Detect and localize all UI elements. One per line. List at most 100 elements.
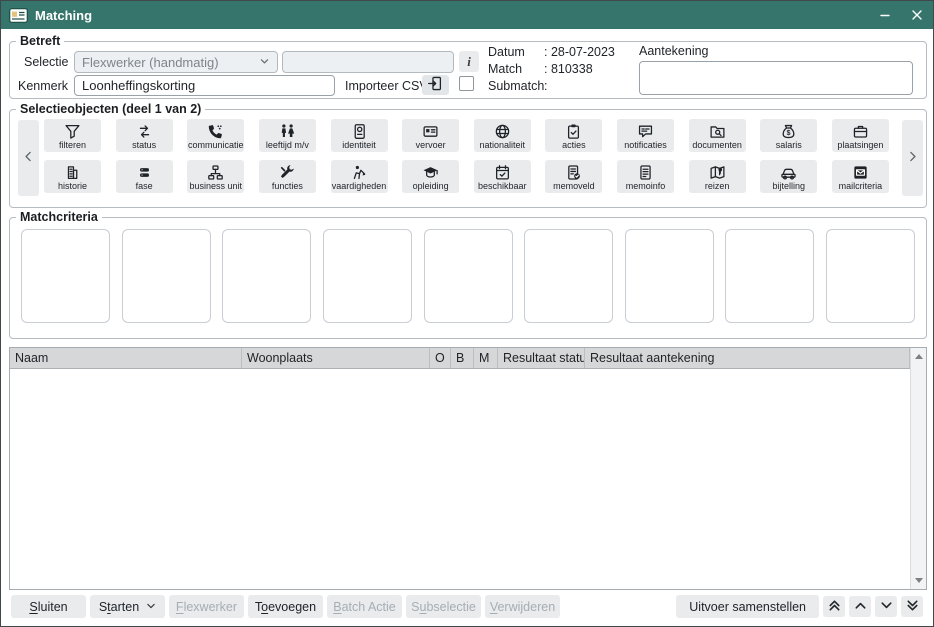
toolbar-next-button[interactable]: [902, 120, 923, 196]
footer-action-buttons: SluitenStartenFlexwerkerToevoegenBatch A…: [11, 595, 560, 618]
titlebar: Matching: [1, 1, 933, 29]
doc-check-icon: [565, 164, 582, 181]
matchcriteria-slot[interactable]: [826, 229, 915, 323]
selectieobject-identiteit-button[interactable]: identiteit: [331, 119, 388, 152]
column-header-b[interactable]: B: [451, 348, 474, 368]
tools-icon: [279, 164, 296, 181]
matchcriteria-slot[interactable]: [725, 229, 814, 323]
calendar-check-icon: [494, 164, 511, 181]
column-header-resultaat-aantekening[interactable]: Resultaat aantekening: [585, 348, 910, 368]
folder-search-icon: [709, 123, 726, 140]
phone-icon: [207, 123, 224, 140]
aantekening-textarea[interactable]: [639, 61, 913, 95]
datum-row: Datum: 28-07-2023: [488, 45, 615, 59]
chevron-down-icon: [146, 600, 156, 614]
toevoegen-button[interactable]: Toevoegen: [248, 595, 323, 618]
selectieobject-filteren-button[interactable]: filteren: [44, 119, 101, 152]
close-button[interactable]: [901, 1, 933, 29]
selectieobject-notificaties-button[interactable]: notificaties: [617, 119, 674, 152]
selectieobject-opleiding-button[interactable]: opleiding: [402, 160, 459, 193]
import-csv-checkbox[interactable]: [459, 76, 474, 91]
toolbar-prev-button[interactable]: [18, 120, 39, 196]
map-pin-icon: [709, 164, 726, 181]
uitvoer-samenstellen-button[interactable]: Uitvoer samenstellen: [676, 595, 819, 618]
scroll-up-arrow[interactable]: [915, 354, 923, 359]
selectieobject-leeftijd-m-v-button[interactable]: leeftijd m/v: [259, 119, 316, 152]
doc-lines-icon: [637, 164, 654, 181]
chevron-up-button[interactable]: [849, 596, 871, 617]
results-table: NaamWoonplaatsOBMResultaat statusResulta…: [9, 347, 927, 590]
column-header-woonplaats[interactable]: Woonplaats: [242, 348, 430, 368]
persons-icon: [279, 123, 296, 140]
matchcriteria-slot[interactable]: [424, 229, 513, 323]
chevron-double-up-icon: [827, 598, 842, 616]
selectieobject-historie-button[interactable]: historie: [44, 160, 101, 193]
minimize-button[interactable]: [869, 1, 901, 29]
chevron-double-down-button[interactable]: [901, 596, 923, 617]
matchcriteria-slot[interactable]: [222, 229, 311, 323]
verwijderen-button[interactable]: Verwijderen: [485, 595, 560, 618]
selectie-dropdown[interactable]: Flexwerker (handmatig): [74, 51, 278, 73]
chevron-double-down-icon: [905, 598, 920, 616]
close-icon: [911, 9, 923, 21]
chevron-down-button[interactable]: [875, 596, 897, 617]
minimize-icon: [879, 9, 891, 21]
selectieobject-vervoer-button[interactable]: vervoer: [402, 119, 459, 152]
datum-label: Datum: [488, 45, 544, 59]
matchcriteria-slot[interactable]: [524, 229, 613, 323]
moneybag-icon: $: [780, 123, 797, 140]
matchcriteria-slot[interactable]: [122, 229, 211, 323]
chevron-double-up-button[interactable]: [823, 596, 845, 617]
aantekening-label: Aantekening: [639, 44, 709, 58]
graduation-cap-icon: [422, 164, 439, 181]
column-header-o[interactable]: O: [430, 348, 451, 368]
submatch-value: :: [544, 79, 547, 93]
importeer-csv-label: Importeer CSV: [345, 79, 428, 93]
selectieobject-functies-button[interactable]: functies: [259, 160, 316, 193]
selectieobject-acties-button[interactable]: acties: [545, 119, 602, 152]
selectieobject-reizen-button[interactable]: reizen: [689, 160, 746, 193]
column-header-resultaat-status[interactable]: Resultaat status: [498, 348, 585, 368]
flexwerker-button[interactable]: Flexwerker: [169, 595, 244, 618]
info-icon: i: [467, 54, 471, 70]
starten-button[interactable]: Starten: [90, 595, 165, 618]
sluiten-button[interactable]: Sluiten: [11, 595, 86, 618]
idcard-icon: [422, 123, 439, 140]
selectieobject-bijtelling-button[interactable]: bijtelling: [760, 160, 817, 193]
scroll-down-arrow[interactable]: [915, 578, 923, 583]
selectieobject-vaardigheden-button[interactable]: vaardigheden: [331, 160, 388, 193]
selectieobject-nationaliteit-button[interactable]: nationaliteit: [474, 119, 531, 152]
selectieobject-beschikbaar-button[interactable]: beschikbaar: [474, 160, 531, 193]
import-icon: [427, 75, 444, 95]
selectieobject-salaris-button[interactable]: $salaris: [760, 119, 817, 152]
matchcriteria-legend: Matchcriteria: [16, 210, 102, 224]
selectie-secondary-field[interactable]: [282, 51, 454, 73]
selectieobject-documenten-button[interactable]: documenten: [689, 119, 746, 152]
import-csv-button[interactable]: [422, 75, 449, 95]
subselectie-button[interactable]: Subselectie: [406, 595, 481, 618]
selectieobject-memoinfo-button[interactable]: memoinfo: [617, 160, 674, 193]
selectieobject-plaatsingen-button[interactable]: plaatsingen: [832, 119, 889, 152]
svg-text:$: $: [787, 127, 791, 136]
submatch-label: Submatch: [488, 79, 544, 93]
selectieobject-memoveld-button[interactable]: memoveld: [545, 160, 602, 193]
matchcriteria-slot[interactable]: [323, 229, 412, 323]
selectieobject-status-button[interactable]: status: [116, 119, 173, 152]
column-header-m[interactable]: M: [474, 348, 498, 368]
betreft-legend: Betreft: [16, 34, 64, 48]
match-row: Match: 810338: [488, 62, 593, 76]
selectieobject-business-unit-button[interactable]: business unit: [187, 160, 244, 193]
selectieobject-fase-button[interactable]: fase: [116, 160, 173, 193]
matchcriteria-slot[interactable]: [21, 229, 110, 323]
results-table-body[interactable]: [10, 369, 910, 589]
kenmerk-input[interactable]: [74, 75, 335, 96]
selectieobject-communicatie-button[interactable]: communicatie: [187, 119, 244, 152]
batch-actie-button[interactable]: Batch Actie: [327, 595, 402, 618]
submatch-row: Submatch:: [488, 79, 547, 93]
info-button[interactable]: i: [459, 51, 479, 72]
matchcriteria-slot[interactable]: [625, 229, 714, 323]
results-scrollbar[interactable]: [910, 348, 926, 589]
column-header-naam[interactable]: Naam: [10, 348, 242, 368]
chevron-down-icon: [259, 55, 270, 70]
selectieobject-mailcriteria-button[interactable]: mailcriteria: [832, 160, 889, 193]
